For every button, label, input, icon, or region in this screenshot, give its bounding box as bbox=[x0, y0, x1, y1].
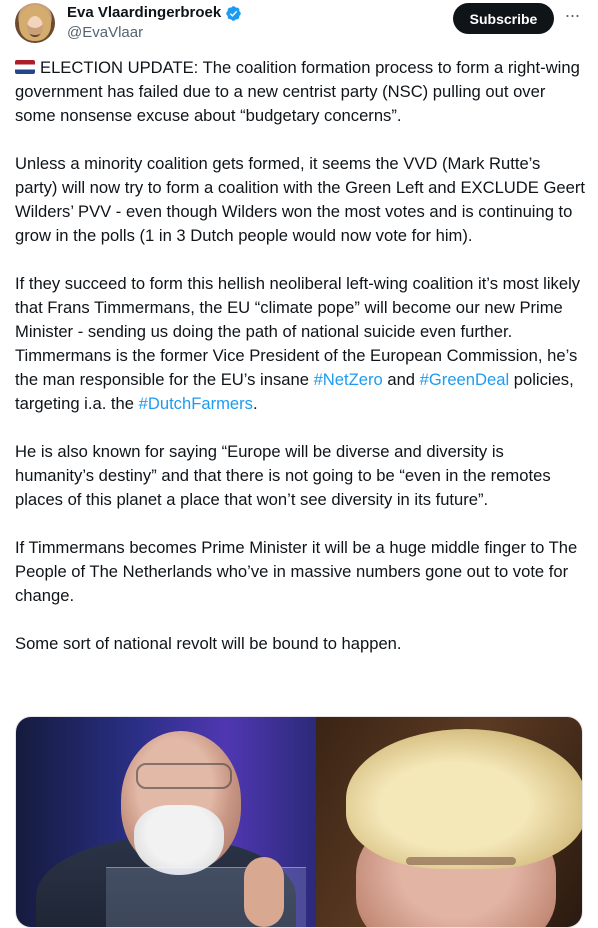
author-handle[interactable]: @EvaVlaar bbox=[67, 23, 242, 43]
tweet: Eva Vlaardingerbroek @EvaVlaar Subscribe… bbox=[0, 0, 598, 928]
paragraph-1-text: ELECTION UPDATE: The coalition formation… bbox=[15, 58, 580, 125]
hashtag-dutchfarmers-link[interactable]: #DutchFarmers bbox=[139, 394, 253, 413]
hashtag-greendeal-link[interactable]: #GreenDeal bbox=[420, 370, 509, 389]
paragraph-1: ELECTION UPDATE: The coalition formation… bbox=[15, 56, 585, 128]
paragraph-4: He is also known for saying “Europe will… bbox=[15, 442, 551, 509]
author-name-row[interactable]: Eva Vlaardingerbroek bbox=[67, 3, 242, 23]
paragraph-2: Unless a minority coalition gets formed,… bbox=[15, 154, 585, 245]
author-avatar[interactable] bbox=[15, 3, 55, 43]
photo-glasses bbox=[136, 763, 232, 789]
paragraph-6: Some sort of national revolt will be bou… bbox=[15, 634, 402, 653]
photo-geert-wilders[interactable] bbox=[316, 717, 582, 927]
hashtag-netzero-link[interactable]: #NetZero bbox=[314, 370, 383, 389]
verified-badge-icon bbox=[226, 5, 241, 21]
photo-frans-timmermans[interactable] bbox=[16, 717, 316, 927]
paragraph-3-text-d: . bbox=[252, 394, 258, 413]
more-options-icon[interactable]: ··· bbox=[560, 6, 584, 28]
tweet-text: ELECTION UPDATE: The coalition formation… bbox=[15, 56, 585, 680]
photo-brow bbox=[406, 857, 516, 865]
netherlands-flag-icon bbox=[15, 60, 35, 74]
photo-hand bbox=[244, 857, 284, 927]
paragraph-3: If they succeed to form this hellish neo… bbox=[15, 272, 585, 416]
photo-beard bbox=[134, 805, 224, 875]
avatar-hair bbox=[19, 5, 51, 41]
paragraph-5: If Timmermans becomes Prime Minister it … bbox=[15, 538, 578, 605]
author-display-name[interactable]: Eva Vlaardingerbroek bbox=[67, 3, 221, 23]
tweet-media[interactable] bbox=[15, 716, 583, 928]
author-info: Eva Vlaardingerbroek @EvaVlaar bbox=[67, 3, 242, 43]
photo-hair bbox=[346, 729, 582, 869]
subscribe-button[interactable]: Subscribe bbox=[453, 3, 554, 34]
paragraph-3-text-b: and bbox=[382, 370, 420, 389]
